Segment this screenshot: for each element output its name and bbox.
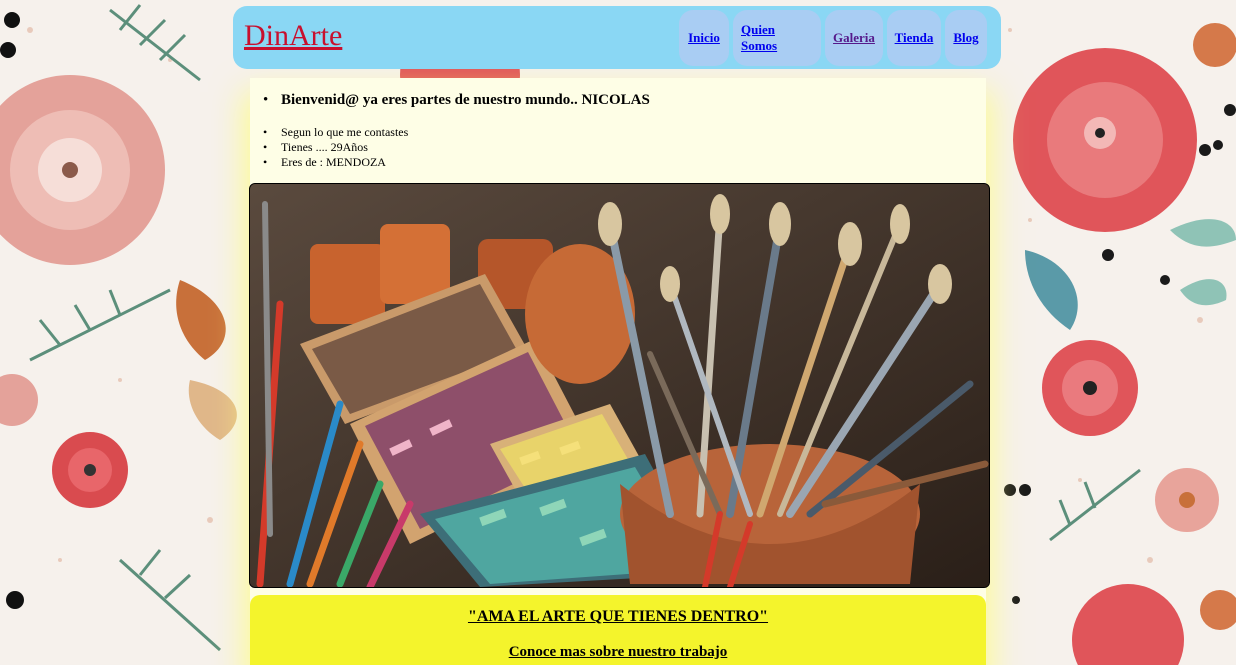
red-flower-right-mid [1042,340,1138,436]
quote-banner: "AMA EL ARTE QUE TIENES DENTRO" Conoce m… [250,595,986,665]
nav-galeria[interactable]: Galeria [825,10,883,66]
site-logo[interactable]: DinArte [244,19,342,53]
welcome-bullet-icon: • [263,92,269,108]
user-info-item: Tienes .... 29Años [263,140,408,155]
main-nav: Inicio Quien Somos Galeria Tienda Blog [679,10,987,66]
user-info-item: Segun lo que me contastes [263,125,408,140]
nav-tienda[interactable]: Tienda [887,10,941,66]
user-info-item: Eres de : MENDOZA [263,155,408,170]
nav-quien-somos[interactable]: Quien Somos [733,10,821,66]
site-header: DinArte Inicio Quien Somos Galeria Tiend… [233,6,1001,69]
learn-more-link[interactable]: Conoce mas sobre nuestro trabajo [250,644,986,661]
welcome-message: Bienvenid@ ya eres partes de nuestro mun… [281,92,650,108]
red-flower-left [52,432,128,508]
nav-inicio[interactable]: Inicio [679,10,729,66]
hero-image [249,183,990,588]
nav-blog[interactable]: Blog [945,10,987,66]
red-flower-right-top [1013,48,1197,232]
banner-quote: "AMA EL ARTE QUE TIENES DENTRO" [467,608,769,625]
user-info-list: Segun lo que me contastes Tienes .... 29… [263,125,408,170]
